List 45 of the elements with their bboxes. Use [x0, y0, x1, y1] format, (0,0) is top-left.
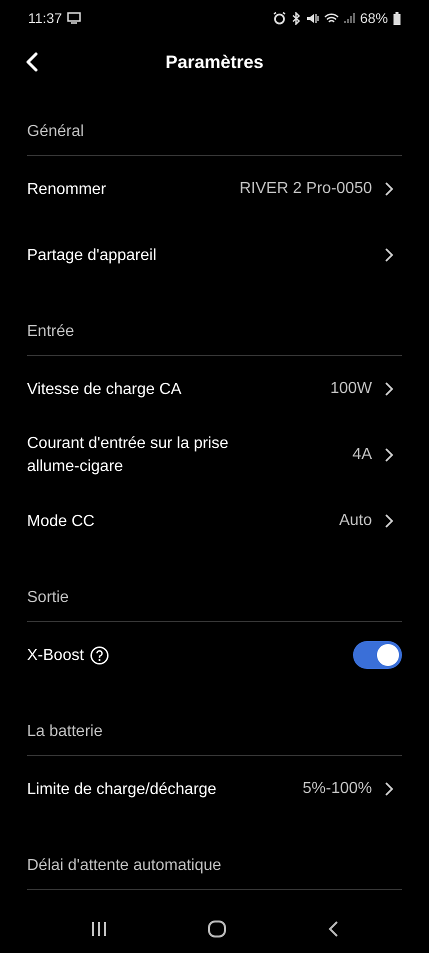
alarm-icon: [272, 12, 286, 24]
mute-icon: [306, 12, 319, 24]
setting-row[interactable]: Limite de charge/décharge 5%-100%: [27, 756, 402, 822]
setting-value: 4A: [352, 445, 372, 465]
back-icon: [25, 52, 39, 72]
setting-value: 100W: [330, 379, 372, 399]
section-header: Général: [27, 123, 84, 140]
setting-value: 5%-100%: [302, 779, 372, 799]
section-header: Sortie: [27, 589, 69, 606]
setting-row[interactable]: Renommer RIVER 2 Pro-0050: [27, 156, 402, 222]
battery-icon: [393, 12, 401, 24]
page-title: Paramètres: [165, 50, 264, 74]
battery-percent: 68%: [360, 8, 388, 28]
setting-label: X-Boost: [27, 646, 84, 666]
setting-label: Vitesse de charge CA: [27, 380, 182, 400]
setting-label: Limite de charge/décharge: [27, 780, 216, 800]
chevron-icon: [384, 381, 394, 397]
section-header: Délai d'attente automatique: [27, 857, 222, 874]
bluetooth-icon: [290, 12, 301, 24]
signal-icon: [344, 12, 355, 24]
setting-label: Renommer: [27, 180, 106, 200]
wifi-icon: [324, 12, 339, 24]
home-icon[interactable]: [207, 920, 228, 938]
chevron-icon: [384, 781, 394, 797]
setting-value: RIVER 2 Pro-0050: [239, 179, 372, 199]
setting-label: Mode CC: [27, 512, 95, 532]
chevron-icon: [384, 513, 394, 529]
help-icon[interactable]: [90, 646, 109, 664]
status-time: 11:37: [28, 8, 62, 28]
setting-row[interactable]: Partage d'appareil: [27, 222, 402, 288]
chevron-icon: [384, 247, 394, 263]
setting-value: Auto: [339, 511, 372, 531]
screen-icon: [67, 12, 81, 24]
toggle-switch[interactable]: [353, 641, 402, 669]
back-nav-icon[interactable]: [327, 920, 340, 938]
section-header: Entrée: [27, 323, 74, 340]
setting-label: Courant d'entrée sur la prise allume-cigare: [27, 434, 230, 477]
setting-row[interactable]: Courant d'entrée sur la prise allume-cigare 4A: [27, 422, 402, 488]
setting-row[interactable]: Mode CC Auto: [27, 488, 402, 554]
setting-label: Partage d'appareil: [27, 246, 156, 266]
setting-row[interactable]: Vitesse de charge CA 100W: [27, 356, 402, 422]
recent-apps-icon[interactable]: [90, 921, 108, 937]
chevron-icon: [384, 447, 394, 463]
chevron-icon: [384, 181, 394, 197]
section-header: La batterie: [27, 723, 103, 740]
